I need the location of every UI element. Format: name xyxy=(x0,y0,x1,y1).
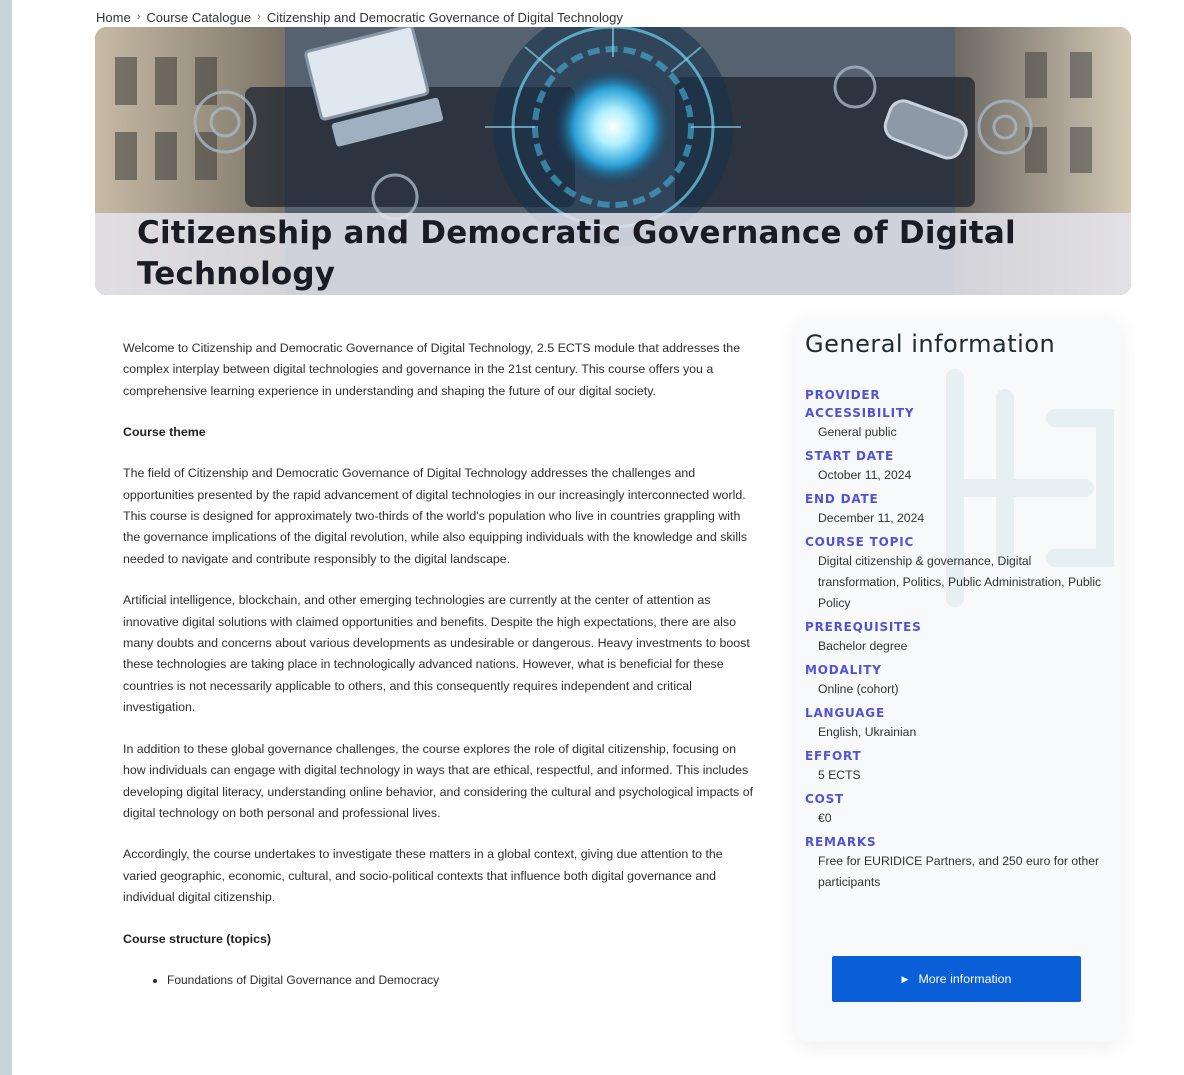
breadcrumb-current: Citizenship and Democratic Governance of… xyxy=(266,9,623,25)
remarks-label: Remarks xyxy=(805,835,877,849)
modality-value: Online (cohort) xyxy=(818,682,899,696)
start-date-label: Start date xyxy=(805,449,894,463)
course-structure-heading: Course structure (topics) xyxy=(123,931,272,946)
language-value: English, Ukrainian xyxy=(818,725,917,739)
provider-label: Provider xyxy=(805,388,881,402)
theme-paragraph-4: Accordingly, the course undertakes to in… xyxy=(123,847,723,905)
info-remarks: Remarks Free for EURIDICE Partners, and … xyxy=(805,833,1105,893)
effort-label: Effort xyxy=(805,749,862,763)
language-label: Language xyxy=(805,706,885,720)
list-item: Foundations of Digital Governance and De… xyxy=(167,970,755,990)
left-border-strip xyxy=(0,0,12,1075)
info-provider: Provider xyxy=(805,386,1105,404)
cost-label: Cost xyxy=(805,792,845,806)
info-modality: Modality Online (cohort) xyxy=(805,661,1105,700)
accessibility-value: General public xyxy=(818,425,897,439)
info-end-date: End date December 11, 2024 xyxy=(805,490,1105,529)
info-start-date: Start date October 11, 2024 xyxy=(805,447,1105,486)
info-accessibility: Accessibility General public xyxy=(805,404,1105,443)
info-list: General information Provider Accessibili… xyxy=(805,326,1105,897)
course-description: Welcome to Citizenship and Democratic Go… xyxy=(123,338,755,990)
page: Home › Course Catalogue › Citizenship an… xyxy=(12,0,1184,1075)
cost-value: €0 xyxy=(818,811,832,825)
info-prerequisites: Prerequisites Bachelor degree xyxy=(805,618,1105,657)
info-language: Language English, Ukrainian xyxy=(805,704,1105,743)
general-information-card: General information Provider Accessibili… xyxy=(795,318,1122,1042)
effort-value: 5 ECTS xyxy=(818,768,861,782)
chevron-right-icon: › xyxy=(136,11,141,23)
info-course-topic: Course topic Digital citizenship & gover… xyxy=(805,533,1105,614)
accessibility-label: Accessibility xyxy=(805,406,915,420)
breadcrumb-home-link[interactable]: Home xyxy=(96,10,131,25)
remarks-value: Free for EURIDICE Partners, and 250 euro… xyxy=(818,854,1100,889)
theme-paragraph-2: Artificial intelligence, blockchain, and… xyxy=(123,593,750,715)
modality-label: Modality xyxy=(805,663,882,677)
more-information-label: More information xyxy=(918,972,1012,986)
hero-title-band: Citizenship and Democratic Governance of… xyxy=(95,213,1131,295)
topics-list: Foundations of Digital Governance and De… xyxy=(167,970,755,990)
breadcrumb: Home › Course Catalogue › Citizenship an… xyxy=(96,8,623,26)
prerequisites-value: Bachelor degree xyxy=(818,639,908,653)
info-title: General information xyxy=(805,330,1056,358)
start-date-value: October 11, 2024 xyxy=(818,468,912,482)
theme-paragraph-1: The field of Citizenship and Democratic … xyxy=(123,466,748,566)
end-date-label: End date xyxy=(805,492,879,506)
hero-banner: Citizenship and Democratic Governance of… xyxy=(95,27,1131,295)
info-effort: Effort 5 ECTS xyxy=(805,747,1105,786)
theme-paragraph-3: In addition to these global governance c… xyxy=(123,741,754,820)
course-topic-value: Digital citizenship & governance, Digita… xyxy=(818,554,1102,610)
course-theme-heading: Course theme xyxy=(123,425,206,440)
intro-paragraph: Welcome to Citizenship and Democratic Go… xyxy=(123,341,741,398)
course-topic-label: Course topic xyxy=(805,535,915,549)
prerequisites-label: Prerequisites xyxy=(805,620,922,634)
chevron-right-icon: › xyxy=(257,11,261,23)
more-information-button[interactable]: ▶ More information xyxy=(832,956,1081,1002)
play-arrow-icon: ▶ xyxy=(901,973,909,984)
info-cost: Cost €0 xyxy=(805,790,1105,829)
end-date-value: December 11, 2024 xyxy=(818,511,925,525)
page-title: Citizenship and Democratic Governance of… xyxy=(137,215,1016,292)
breadcrumb-catalogue-link[interactable]: Course Catalogue xyxy=(146,10,251,25)
